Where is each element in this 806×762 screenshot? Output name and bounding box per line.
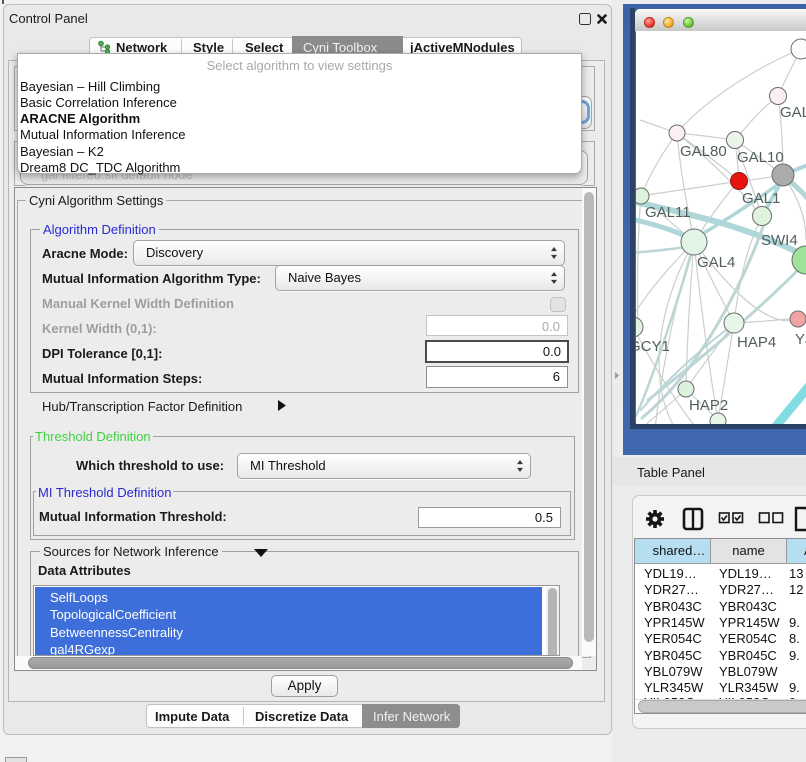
svg-text:HAP4: HAP4 xyxy=(737,334,776,351)
svg-text:GAL1: GAL1 xyxy=(742,190,780,207)
svg-text:HAP2: HAP2 xyxy=(689,397,728,414)
svg-text:GAL4: GAL4 xyxy=(697,254,735,271)
svg-text:GCY1: GCY1 xyxy=(636,338,670,355)
svg-text:GAL11: GAL11 xyxy=(645,204,691,221)
svg-text:GAL80: GAL80 xyxy=(680,143,727,160)
svg-text:YJ: YJ xyxy=(795,331,806,348)
svg-text:GAL2: GAL2 xyxy=(780,104,806,121)
svg-text:SWI4: SWI4 xyxy=(761,232,798,249)
svg-text:GAL10: GAL10 xyxy=(737,149,784,166)
